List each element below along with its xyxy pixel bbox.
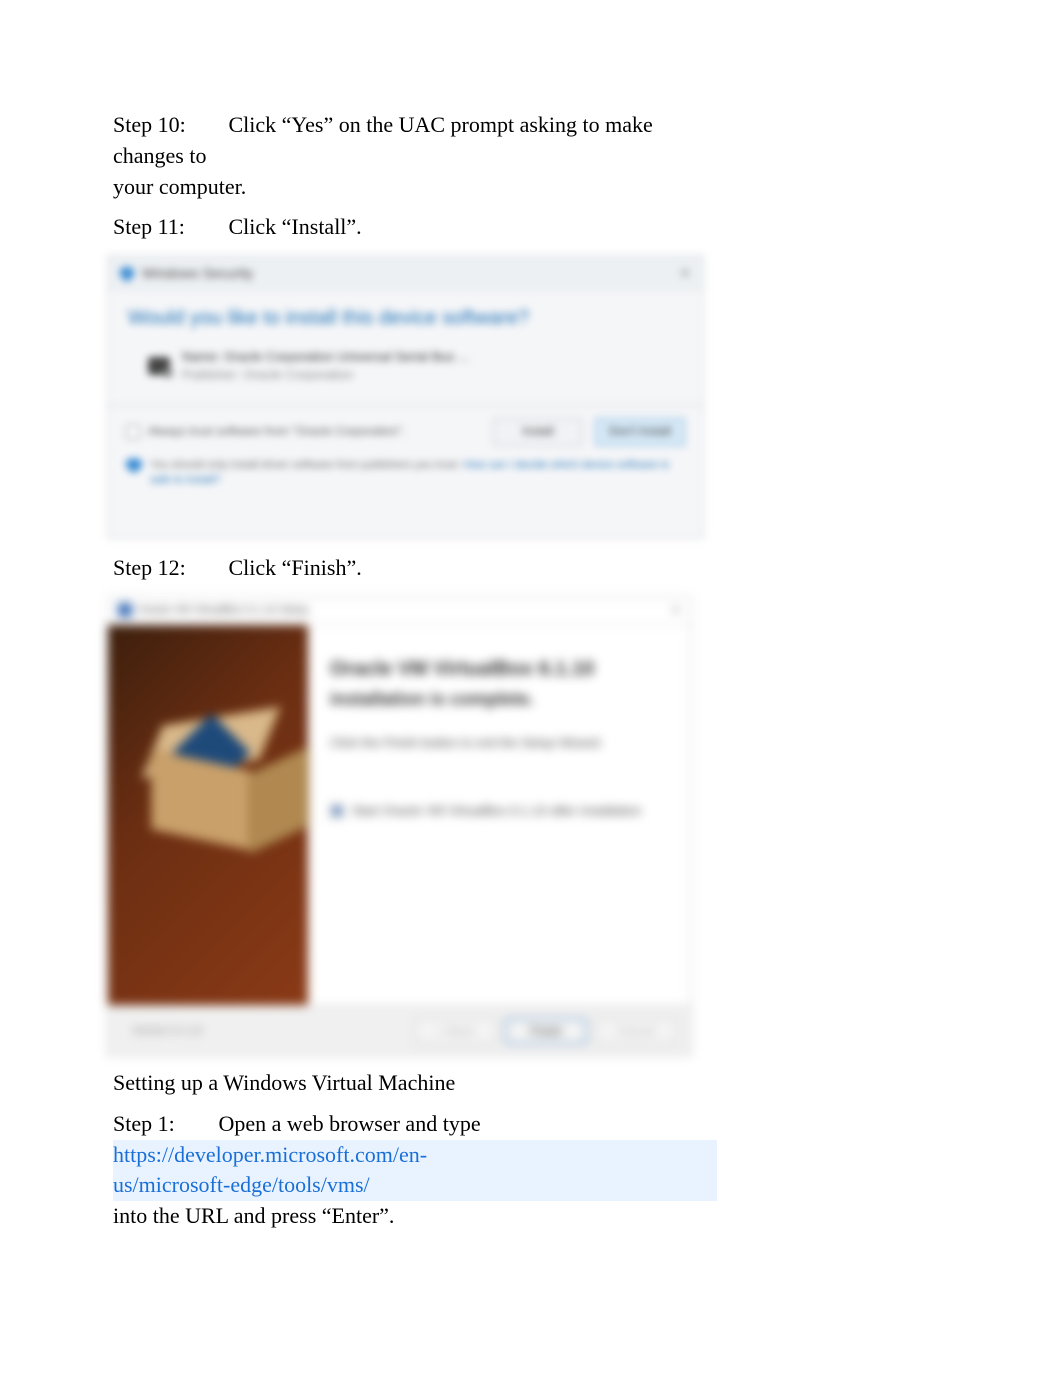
start-checkbox[interactable] bbox=[330, 804, 344, 818]
step-text: Click “Install”. bbox=[229, 214, 362, 239]
virtualbox-setup-dialog: Oracle VM VirtualBox 6.1.10 Setup ✕ Orac… bbox=[107, 596, 692, 1056]
dialog-title-area: Oracle VM VirtualBox 6.1.10 Setup bbox=[118, 603, 308, 618]
trust-checkbox[interactable] bbox=[126, 425, 140, 439]
dialog-titlebar: Oracle VM VirtualBox 6.1.10 Setup ✕ bbox=[108, 597, 691, 625]
step-label: Step 11: bbox=[113, 212, 223, 243]
shield-icon bbox=[120, 266, 134, 282]
finish-button[interactable]: Finish bbox=[505, 1018, 587, 1044]
step-label: Step 10: bbox=[113, 110, 223, 141]
dialog-body: Oracle VM VirtualBox 6.1.10 installation… bbox=[108, 625, 691, 1005]
step-text: Click “Finish”. bbox=[229, 555, 362, 580]
dialog-buttons: Install Don't Install bbox=[493, 418, 685, 446]
hint-text: You should only install driver software … bbox=[150, 458, 685, 489]
driver-name: Name: Oracle Corporation Universal Seria… bbox=[182, 348, 469, 366]
dialog-titlebar: Windows Security ✕ bbox=[108, 256, 703, 292]
step-label: Step 12: bbox=[113, 553, 223, 584]
dialog-heading: Oracle VM VirtualBox 6.1.10 bbox=[330, 655, 669, 683]
step-link-line: https://developer.microsoft.com/en-us/mi… bbox=[113, 1140, 717, 1202]
windows-security-dialog: Windows Security ✕ Would you like to ins… bbox=[107, 255, 704, 539]
step-12: Step 12: Click “Finish”. bbox=[113, 553, 717, 584]
shield-icon bbox=[126, 458, 142, 474]
close-icon[interactable]: ✕ bbox=[679, 264, 691, 284]
step-10: Step 10: Click “Yes” on the UAC prompt a… bbox=[113, 110, 717, 202]
virtualbox-icon bbox=[118, 603, 132, 617]
dialog-left-panel bbox=[108, 625, 308, 1005]
step-text-cont: into the URL and press “Enter”. bbox=[113, 1201, 717, 1232]
driver-info: Name: Oracle Corporation Universal Seria… bbox=[128, 348, 683, 384]
section-heading: Setting up a Windows Virtual Machine bbox=[113, 1068, 717, 1099]
step-11: Step 11: Click “Install”. bbox=[113, 212, 717, 243]
url-link[interactable]: https://developer.microsoft.com/en-us/mi… bbox=[113, 1142, 427, 1198]
step-text-cont: your computer. bbox=[113, 172, 717, 203]
dialog-title: Oracle VM VirtualBox 6.1.10 Setup bbox=[138, 603, 308, 618]
dialog-footer: Always trust software from "Oracle Corpo… bbox=[108, 405, 703, 499]
dialog-hint: You should only install driver software … bbox=[126, 456, 685, 489]
driver-publisher: Publisher: Oracle Corporation bbox=[182, 366, 469, 384]
dialog-title: Windows Security bbox=[142, 264, 253, 284]
cancel-button[interactable]: Cancel bbox=[595, 1018, 677, 1044]
dialog-question: Would you like to install this device so… bbox=[128, 304, 683, 332]
install-button[interactable]: Install bbox=[493, 418, 583, 446]
close-icon[interactable]: ✕ bbox=[671, 602, 681, 619]
trust-left: Always trust software from "Oracle Corpo… bbox=[126, 423, 405, 440]
dont-install-button[interactable]: Don't Install bbox=[595, 418, 685, 446]
box-graphic bbox=[136, 705, 276, 845]
dialog-instruction: Click the Finish button to exit the Setu… bbox=[330, 734, 669, 752]
start-checkbox-label: Start Oracle VM VirtualBox 6.1.10 after … bbox=[352, 802, 642, 820]
step-label: Step 1: bbox=[113, 1109, 213, 1140]
version-text: Version 6.1.10 bbox=[132, 1024, 202, 1039]
dialog-subheading: installation is complete. bbox=[330, 687, 669, 712]
driver-text: Name: Oracle Corporation Universal Seria… bbox=[182, 348, 469, 384]
step-1: Step 1: Open a web browser and type http… bbox=[113, 1109, 717, 1232]
trust-row: Always trust software from "Oracle Corpo… bbox=[126, 418, 685, 446]
dialog-right-panel: Oracle VM VirtualBox 6.1.10 installation… bbox=[308, 625, 691, 1005]
driver-icon bbox=[148, 357, 170, 375]
step-text: Open a web browser and type bbox=[219, 1111, 481, 1136]
dialog-footer: Version 6.1.10 < Back Finish Cancel bbox=[108, 1005, 691, 1056]
dialog-body: Would you like to install this device so… bbox=[108, 292, 703, 384]
back-button[interactable]: < Back bbox=[415, 1018, 497, 1044]
dialog-title-area: Windows Security bbox=[120, 264, 253, 284]
dialog-buttons: < Back Finish Cancel bbox=[415, 1018, 677, 1044]
trust-label: Always trust software from "Oracle Corpo… bbox=[148, 423, 405, 440]
start-after-install-row: Start Oracle VM VirtualBox 6.1.10 after … bbox=[330, 802, 669, 820]
